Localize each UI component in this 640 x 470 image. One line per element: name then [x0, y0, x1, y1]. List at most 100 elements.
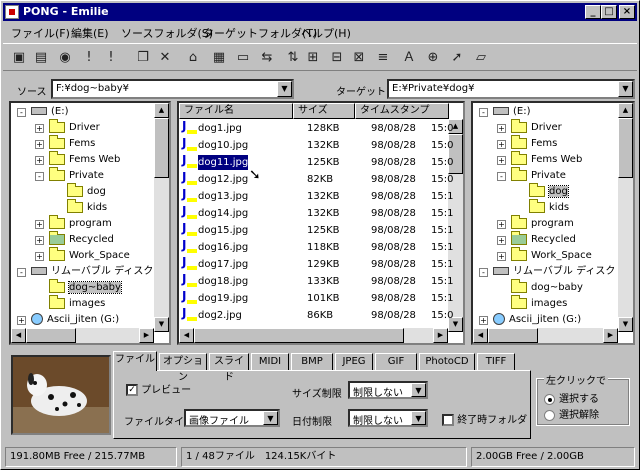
scroll-left-icon[interactable]: ◀ — [179, 328, 194, 343]
expand-toggle-icon[interactable]: - — [479, 268, 488, 277]
deselect-radio-row[interactable]: 選択解除 — [544, 406, 599, 421]
tree-item[interactable]: kids — [529, 198, 569, 217]
file-row[interactable]: Jdog13.jpg 132KB 98/08/28 15:1 — [179, 188, 459, 205]
exclamation-gray-icon[interactable]: ! — [79, 48, 99, 68]
file-row[interactable]: Jdog10.jpg 132KB 98/08/28 15:0 — [179, 137, 459, 154]
chevron-down-icon[interactable]: ▼ — [263, 411, 278, 425]
tree-item[interactable]: - Private — [35, 166, 104, 185]
target-path-combo[interactable]: E:¥Private¥dog¥ ▼ — [387, 79, 635, 99]
select-radio-row[interactable]: 選択する — [544, 390, 599, 405]
tree-item[interactable]: + Recycled — [35, 230, 114, 249]
column-header-name[interactable]: ファイル名 — [179, 103, 293, 119]
properties-icon[interactable]: ≡ — [373, 48, 393, 68]
monitor-icon[interactable]: ▤ — [31, 48, 51, 68]
expand-toggle-icon[interactable]: - — [479, 108, 488, 117]
scroll-thumb[interactable] — [618, 118, 633, 178]
expand-toggle-icon[interactable]: + — [35, 140, 44, 149]
scroll-right-icon[interactable]: ▶ — [139, 328, 154, 343]
tab-7[interactable]: PhotoCD — [419, 353, 475, 371]
scroll-thumb[interactable] — [194, 328, 404, 343]
date-limit-select[interactable]: 制限しない ▼ — [348, 409, 428, 427]
tab-1[interactable]: オプション — [159, 353, 207, 383]
scroll-left-icon[interactable]: ◀ — [11, 328, 26, 343]
column-header-timestamp[interactable]: タイムスタンプ — [355, 103, 449, 119]
scroll-up-icon[interactable]: ▲ — [618, 103, 633, 118]
tab-6[interactable]: GIF — [375, 353, 417, 371]
expand-toggle-icon[interactable]: + — [479, 316, 488, 325]
horizontal-scrollbar[interactable]: ◀ ▶ — [473, 328, 618, 343]
expand-toggle-icon[interactable]: - — [17, 268, 26, 277]
expand-toggle-icon[interactable]: + — [35, 236, 44, 245]
filetype-select[interactable]: 画像ファイル ▼ — [184, 409, 280, 427]
source-path-combo[interactable]: F:¥dog~baby¥ ▼ — [51, 79, 294, 99]
tab-2[interactable]: スライド — [209, 353, 249, 383]
vertical-scrollbar[interactable]: ▲ ▼ — [618, 103, 633, 332]
expand-toggle-icon[interactable]: + — [35, 252, 44, 261]
tab-8[interactable]: TIFF — [477, 353, 515, 371]
expand-toggle-icon[interactable]: + — [17, 316, 26, 325]
scroll-down-icon[interactable]: ▼ — [618, 317, 633, 332]
tree-item[interactable]: + Fems Web — [35, 150, 120, 169]
column-header-size[interactable]: サイズ — [293, 103, 355, 119]
scroll-up-icon[interactable]: ▲ — [154, 103, 169, 118]
expand-toggle-icon[interactable]: + — [497, 252, 506, 261]
tree-item[interactable]: - Private — [497, 166, 566, 185]
tab-4[interactable]: BMP — [291, 353, 333, 371]
scroll-thumb[interactable] — [154, 118, 169, 178]
expand-toggle-icon[interactable]: + — [497, 220, 506, 229]
font-icon[interactable]: Ａ — [399, 48, 419, 68]
list-icon[interactable]: ▦ — [209, 48, 229, 68]
file-row[interactable]: Jdog19.jpg 101KB 98/08/28 15:1 — [179, 290, 459, 307]
file-row[interactable]: Jdog15.jpg 125KB 98/08/28 15:1 — [179, 222, 459, 239]
chevron-down-icon[interactable]: ▼ — [411, 383, 426, 397]
menu-help[interactable]: ヘルプ(H) — [301, 25, 351, 41]
tree-item[interactable]: + program — [35, 214, 112, 233]
tree-item[interactable]: + Work_Space — [35, 246, 130, 265]
tree-item[interactable]: images — [49, 294, 105, 313]
tree-move-icon[interactable]: ⊟ — [327, 48, 347, 68]
scroll-right-icon[interactable]: ▶ — [433, 328, 448, 343]
image-window-icon[interactable]: ▣ — [9, 48, 29, 68]
eye-icon[interactable]: ◉ — [55, 48, 75, 68]
exit-folder-checkbox[interactable] — [442, 414, 454, 426]
deselect-radio[interactable] — [544, 409, 555, 421]
expand-toggle-icon[interactable]: + — [497, 124, 506, 133]
scroll-down-icon[interactable]: ▼ — [154, 317, 169, 332]
minimize-button[interactable]: _ — [585, 5, 601, 19]
delete-icon[interactable]: ✕ — [155, 48, 175, 68]
tree-delete-icon[interactable]: ⊠ — [349, 48, 369, 68]
horizontal-scrollbar[interactable]: ◀ ▶ — [11, 328, 154, 343]
tree-item[interactable]: dog~baby — [511, 278, 583, 297]
expand-toggle-icon[interactable]: + — [497, 156, 506, 165]
copy-icon[interactable]: ❐ — [133, 48, 153, 68]
chevron-down-icon[interactable]: ▼ — [277, 81, 292, 97]
tab-0[interactable]: ファイル — [113, 351, 157, 371]
sort-icon[interactable]: ⇅ — [283, 48, 303, 68]
tab-3[interactable]: MIDI — [251, 353, 289, 371]
file-row[interactable]: Jdog17.jpg 129KB 98/08/28 15:1 — [179, 256, 459, 273]
rename-icon[interactable]: ⇆ — [257, 48, 277, 68]
tree-item[interactable]: dog~baby — [49, 278, 122, 297]
expand-toggle-icon[interactable]: + — [35, 124, 44, 133]
filter-icon[interactable]: ⊕ — [423, 48, 443, 68]
tree-item[interactable]: + Recycled — [497, 230, 576, 249]
scroll-right-icon[interactable]: ▶ — [603, 328, 618, 343]
file-row[interactable]: Jdog18.jpg 133KB 98/08/28 15:1 — [179, 273, 459, 290]
target-folder-tree[interactable]: ▲ ▼ ◀ ▶ - (E:) + Driver + Fems + Fems Web - Priva… — [471, 101, 635, 345]
size-limit-select[interactable]: 制限しない ▼ — [348, 381, 428, 399]
note-icon[interactable]: ▱ — [471, 48, 491, 68]
tree-copy-icon[interactable]: ⊞ — [303, 48, 323, 68]
chevron-down-icon[interactable]: ▼ — [411, 411, 426, 425]
chevron-down-icon[interactable]: ▼ — [618, 81, 633, 97]
file-row[interactable]: Jdog12.jpg 82KB 98/08/28 15:0 — [179, 171, 459, 188]
expand-toggle-icon[interactable]: + — [497, 140, 506, 149]
tree-item[interactable]: + program — [497, 214, 574, 233]
preview-checkbox-row[interactable]: ✓ プレビュー — [126, 381, 191, 396]
menu-source-folder[interactable]: ソースフォルダ(S) — [121, 25, 213, 41]
tab-5[interactable]: JPEG — [335, 353, 373, 371]
tree-item[interactable]: images — [511, 294, 567, 313]
source-folder-tree[interactable]: ▲ ▼ ◀ ▶ - (E:) + Driver + Fems + Fems Web - Priva… — [9, 101, 171, 345]
file-row[interactable]: Jdog16.jpg 118KB 98/08/28 15:1 — [179, 239, 459, 256]
tree-item[interactable]: + Ascii_jiten (G:) — [17, 313, 119, 329]
expand-toggle-icon[interactable]: + — [497, 236, 506, 245]
